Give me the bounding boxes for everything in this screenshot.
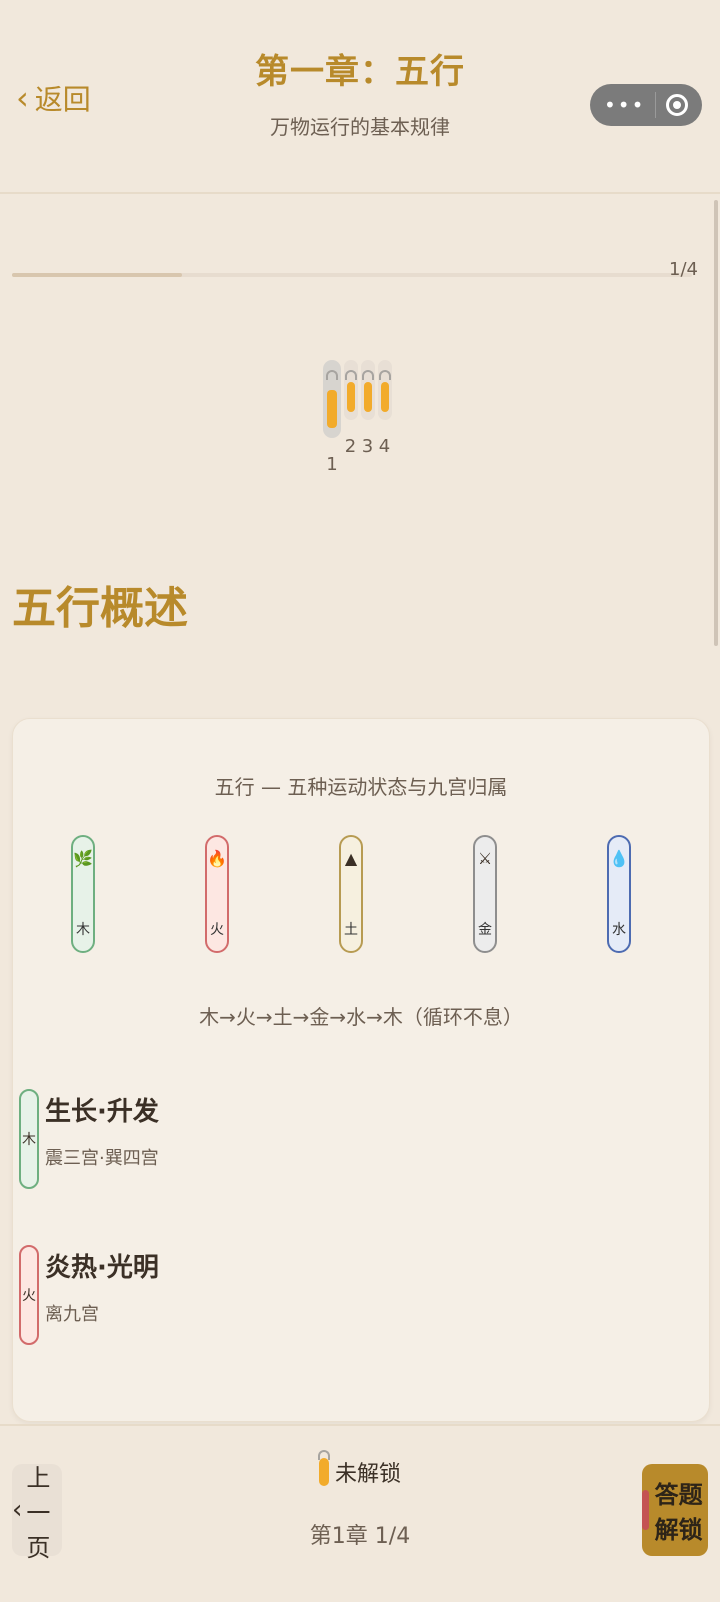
lock-number: 2 (344, 436, 357, 457)
list-text: 生长·升发 震三宫·巽四宫 (45, 1089, 159, 1170)
list-title: 炎热·光明 (45, 1253, 159, 1283)
lock-shackle (344, 370, 357, 380)
chapter-progress: 1/4 (12, 259, 698, 285)
swords-icon: ⚔ (477, 849, 493, 868)
status-line: 未解锁 (318, 1456, 401, 1488)
badge-char: 火 (22, 1288, 36, 1304)
lock-status: 未解锁 第1章 1/4 (0, 1456, 720, 1550)
element-metal: ⚔ 金 (473, 835, 497, 953)
lock-icon (360, 360, 375, 420)
page-indicator: 第1章 1/4 (309, 1524, 411, 1549)
element-list: 木 生长·升发 震三宫·巽四宫 火 炎热·光明 离九宫 (19, 1089, 159, 1401)
element-char: 土 (344, 922, 358, 938)
element-fire: 🔥 火 (205, 835, 229, 953)
page-locks: 1 2 3 4 (322, 360, 393, 475)
element-wood: 🌿 木 (71, 835, 95, 953)
lock-body (346, 382, 355, 412)
element-water: 💧 水 (607, 835, 631, 953)
lock-icon (343, 360, 358, 420)
lock-page-3[interactable]: 3 (359, 360, 376, 475)
element-char: 木 (76, 922, 90, 938)
fire-badge-icon: 火 (19, 1245, 39, 1345)
lock-page-1[interactable]: 1 (322, 360, 342, 475)
key-icon (642, 1490, 649, 1530)
list-text: 炎热·光明 离九宫 (45, 1245, 159, 1326)
quiz-unlock-button[interactable]: 答题解锁 (642, 1464, 708, 1556)
lock-body (380, 382, 389, 412)
content-card: 五行 — 五种运动状态与九宫归属 🌿 木 🔥 火 ▲ 土 ⚔ 金 💧 水 木→火… (12, 718, 710, 1422)
capsule-divider (655, 92, 657, 118)
element-earth: ▲ 土 (339, 835, 363, 953)
lock-page-4[interactable]: 4 (376, 360, 393, 475)
badge-char: 木 (22, 1132, 36, 1148)
miniprogram-capsule: ••• (590, 84, 702, 126)
lock-icon (318, 1458, 329, 1486)
bottom-bar: ‹ 上一页 未解锁 第1章 1/4 答题解锁 (0, 1424, 720, 1602)
status-label: 未解锁 (334, 1462, 401, 1487)
list-subtitle: 震三宫·巽四宫 (45, 1148, 159, 1169)
record-icon[interactable] (665, 94, 688, 116)
list-item: 木 生长·升发 震三宫·巽四宫 (19, 1089, 159, 1189)
lock-icon (377, 360, 392, 420)
element-char: 金 (478, 922, 492, 938)
progress-fill (12, 273, 182, 277)
flame-icon: 🔥 (207, 849, 227, 868)
leaf-icon: 🌿 (73, 849, 93, 868)
element-char: 水 (612, 922, 626, 938)
more-icon[interactable]: ••• (604, 93, 645, 117)
list-title: 生长·升发 (45, 1097, 159, 1127)
lock-number: 4 (378, 436, 391, 457)
section-title: 五行概述 (12, 583, 188, 634)
card-title: 五行 — 五种运动状态与九宫归属 (214, 775, 508, 799)
lock-body (327, 390, 337, 428)
top-header: ‹ 返回 第一章：五行 万物运行的基本规律 ••• (0, 0, 720, 194)
wood-badge-icon: 木 (19, 1089, 39, 1189)
list-subtitle: 离九宫 (45, 1304, 99, 1325)
progress-text: 1/4 (669, 259, 698, 280)
lock-shackle (326, 370, 338, 380)
cycle-text: 木→火→土→金→水→木（循环不息） (199, 1005, 523, 1029)
water-drop-icon: 💧 (609, 849, 629, 868)
lock-shackle (378, 370, 391, 380)
lock-number: 3 (361, 436, 374, 457)
page-scrollbar[interactable] (714, 200, 718, 646)
unlock-label: 答题解锁 (654, 1481, 703, 1544)
element-char: 火 (210, 922, 224, 938)
lock-body (363, 382, 372, 412)
lock-shackle (361, 370, 374, 380)
mountain-icon: ▲ (344, 849, 358, 868)
lock-icon (323, 360, 341, 438)
lock-number: 1 (326, 454, 338, 475)
five-elements: 🌿 木 🔥 火 ▲ 土 ⚔ 金 💧 水 (71, 835, 631, 953)
list-item: 火 炎热·光明 离九宫 (19, 1245, 159, 1345)
lock-page-2[interactable]: 2 (342, 360, 359, 475)
